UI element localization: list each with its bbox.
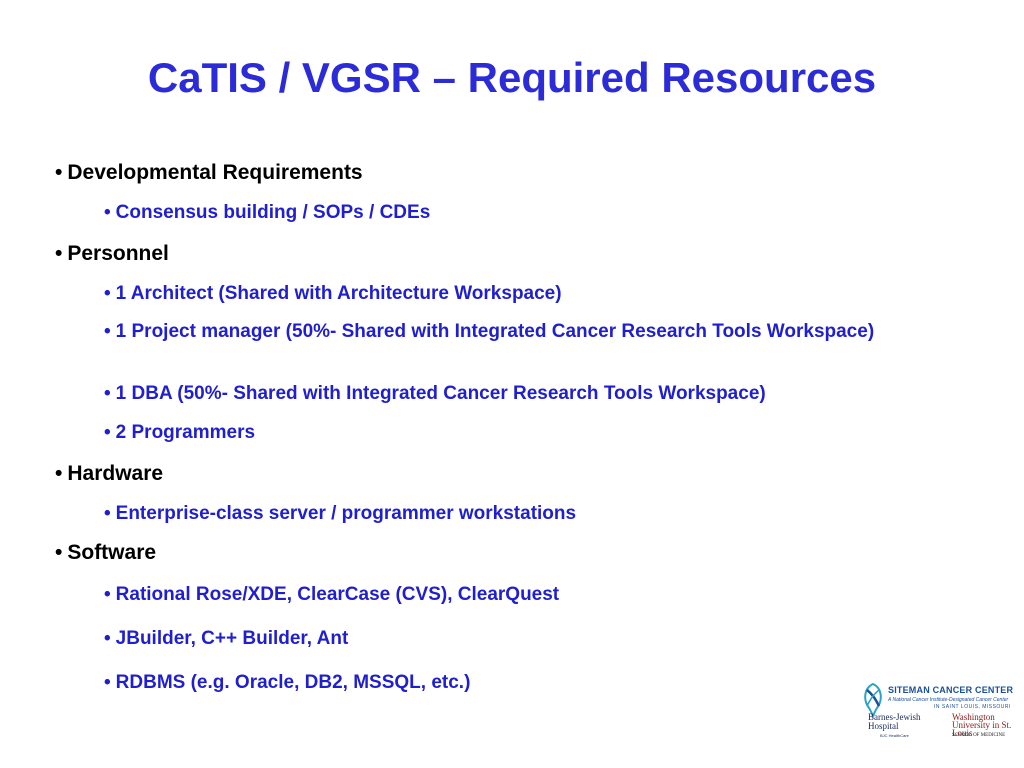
slide: CaTIS / VGSR – Required Resources • Devel… bbox=[0, 0, 1024, 768]
barnes-jewish-hospital-text: Barnes-Jewish Hospital bbox=[868, 712, 921, 731]
sub-bullet-consensus: • Consensus building / SOPs / CDEs bbox=[104, 201, 934, 225]
bullet-software: • Software bbox=[55, 540, 156, 566]
bullet-icon: • bbox=[104, 584, 111, 605]
bullet-icon: • bbox=[104, 672, 111, 693]
sub-bullet-label: RDBMS (e.g. Oracle, DB2, MSSQL, etc.) bbox=[115, 672, 471, 693]
sub-bullet-architect: • 1 Architect (Shared with Architecture W… bbox=[104, 282, 934, 306]
bullet-icon: • bbox=[55, 161, 63, 184]
bullet-label: Developmental Requirements bbox=[67, 161, 363, 184]
bullet-label: Software bbox=[67, 541, 157, 564]
sub-bullet-rational-rose: • Rational Rose/XDE, ClearCase (CVS), Cle… bbox=[104, 583, 934, 607]
sub-bullet-server: • Enterprise-class server / programmer wo… bbox=[104, 502, 934, 526]
sub-bullet-label: JBuilder, C++ Builder, Ant bbox=[115, 628, 349, 649]
bullet-icon: • bbox=[104, 383, 111, 404]
siteman-logo: SITEMAN CANCER CENTER A National Cancer … bbox=[860, 680, 1014, 744]
sub-bullet-label: Consensus building / SOPs / CDEs bbox=[115, 202, 431, 223]
logo-line-2: A National Cancer Institute-Designated C… bbox=[888, 697, 1009, 703]
sub-bullet-rdbms: • RDBMS (e.g. Oracle, DB2, MSSQL, etc.) bbox=[104, 671, 934, 695]
school-of-medicine-text: SCHOOL OF MEDICINE bbox=[952, 733, 1006, 738]
sub-bullet-project-manager: • 1 Project manager (50%- Shared with Int… bbox=[104, 320, 934, 344]
sub-bullet-programmers: • 2 Programmers bbox=[104, 421, 934, 445]
sub-bullet-label: Rational Rose/XDE, ClearCase (CVS), Clea… bbox=[115, 584, 560, 605]
bullet-icon: • bbox=[104, 321, 111, 342]
slide-title: CaTIS / VGSR – Required Resources bbox=[147, 54, 877, 101]
sub-bullet-label: 2 Programmers bbox=[115, 422, 256, 443]
sub-bullet-label: 1 Architect (Shared with Architecture Wo… bbox=[115, 283, 562, 304]
bullet-icon: • bbox=[55, 242, 63, 265]
bullet-label: Hardware bbox=[67, 462, 164, 485]
bullet-icon: • bbox=[104, 628, 111, 649]
sub-bullet-label: Enterprise-class server / programmer wor… bbox=[115, 503, 577, 524]
sub-bullet-jbuilder: • JBuilder, C++ Builder, Ant bbox=[104, 627, 934, 651]
bullet-icon: • bbox=[104, 283, 111, 304]
bullet-icon: • bbox=[104, 503, 111, 524]
logo-line-1: SITEMAN CANCER CENTER bbox=[888, 685, 1014, 695]
bullet-icon: • bbox=[55, 462, 63, 485]
bullet-label: Personnel bbox=[67, 242, 169, 265]
bjc-healthcare-text: BJC HealthCare bbox=[880, 733, 909, 738]
bullet-icon: • bbox=[55, 541, 63, 564]
sub-bullet-label: 1 DBA (50%- Shared with Integrated Cance… bbox=[115, 383, 766, 404]
logo-line-3: IN SAINT LOUIS, MISSOURI bbox=[934, 704, 1011, 710]
bullet-hardware: • Hardware bbox=[55, 461, 163, 487]
sub-bullet-dba: • 1 DBA (50%- Shared with Integrated Canc… bbox=[104, 382, 934, 406]
bullet-icon: • bbox=[104, 202, 111, 223]
sub-bullet-label: 1 Project manager (50%- Shared with Inte… bbox=[115, 321, 875, 342]
bullet-personnel: • Personnel bbox=[55, 241, 169, 267]
bullet-developmental-requirements: • Developmental Requirements bbox=[55, 160, 363, 186]
bullet-icon: • bbox=[104, 422, 111, 443]
